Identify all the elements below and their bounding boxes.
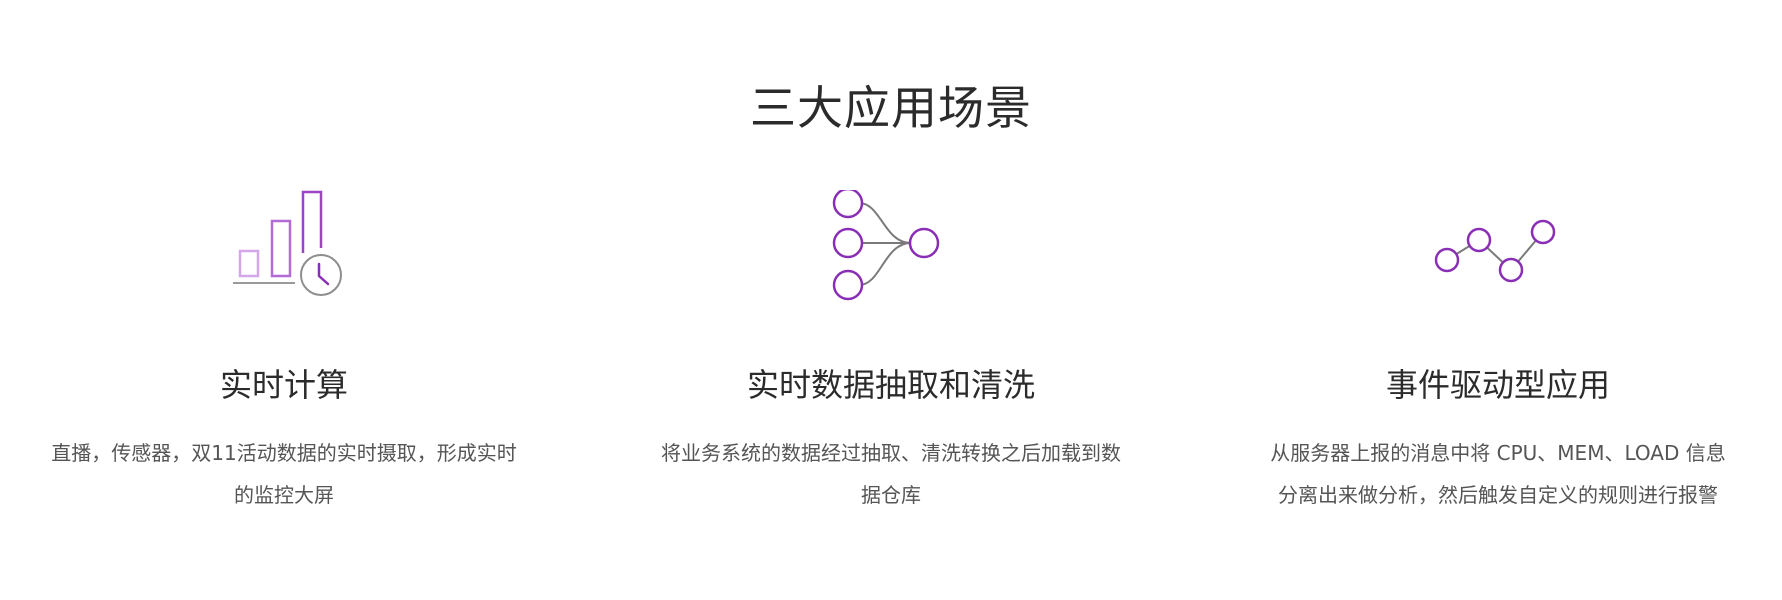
scenario-title: 实时计算: [219, 366, 348, 404]
scenario-description-line: 直播，传感器，双11活动数据的实时摄取，形成实时: [51, 441, 517, 465]
event-line-chart-icon-svg: [1434, 219, 1556, 283]
realtime-bar-chart-clock-icon: [204, 180, 364, 320]
scenario-card-data-extraction: 实时数据抽取和清洗 将业务系统的数据经过抽取、清洗转换之后加载到数 据仓库: [641, 180, 1141, 516]
scenario-description: 从服务器上报的消息中将 CPU、MEM、LOAD 信息 分离出来做分析，然后触发…: [1248, 432, 1748, 516]
section-title: 三大应用场景: [750, 81, 1032, 135]
data-pipeline-nodes-icon-svg: [832, 190, 940, 301]
scenario-description-line: 的监控大屏: [234, 483, 334, 507]
scenario-description: 将业务系统的数据经过抽取、清洗转换之后加载到数 据仓库: [641, 432, 1141, 516]
scenario-description-line: 从服务器上报的消息中将 CPU、MEM、LOAD 信息: [1270, 441, 1726, 465]
scenario-card-realtime-compute: 实时计算 直播，传感器，双11活动数据的实时摄取，形成实时 的监控大屏: [34, 180, 534, 516]
scenario-description-line: 据仓库: [861, 483, 921, 507]
scenario-title: 事件驱动型应用: [1385, 366, 1610, 404]
data-pipeline-nodes-icon: [811, 180, 971, 320]
scenario-columns: 实时计算 直播，传感器，双11活动数据的实时摄取，形成实时 的监控大屏 实时数据…: [34, 180, 1748, 516]
scenario-description-line: 将业务系统的数据经过抽取、清洗转换之后加载到数: [661, 441, 1121, 465]
scenario-title: 实时数据抽取和清洗: [746, 366, 1035, 404]
scenario-description-line: 分离出来做分析，然后触发自定义的规则进行报警: [1278, 483, 1718, 507]
scenario-description: 直播，传感器，双11活动数据的实时摄取，形成实时 的监控大屏: [34, 432, 534, 516]
realtime-bar-chart-clock-icon-svg: [233, 190, 342, 296]
scenarios-section: 三大应用场景 实时计算 直播，传感器，双11活动数据的实时摄取，形成实时 的监控…: [0, 0, 1782, 600]
event-line-chart-icon: [1418, 180, 1578, 320]
scenario-card-event-driven: 事件驱动型应用 从服务器上报的消息中将 CPU、MEM、LOAD 信息 分离出来…: [1248, 180, 1748, 516]
